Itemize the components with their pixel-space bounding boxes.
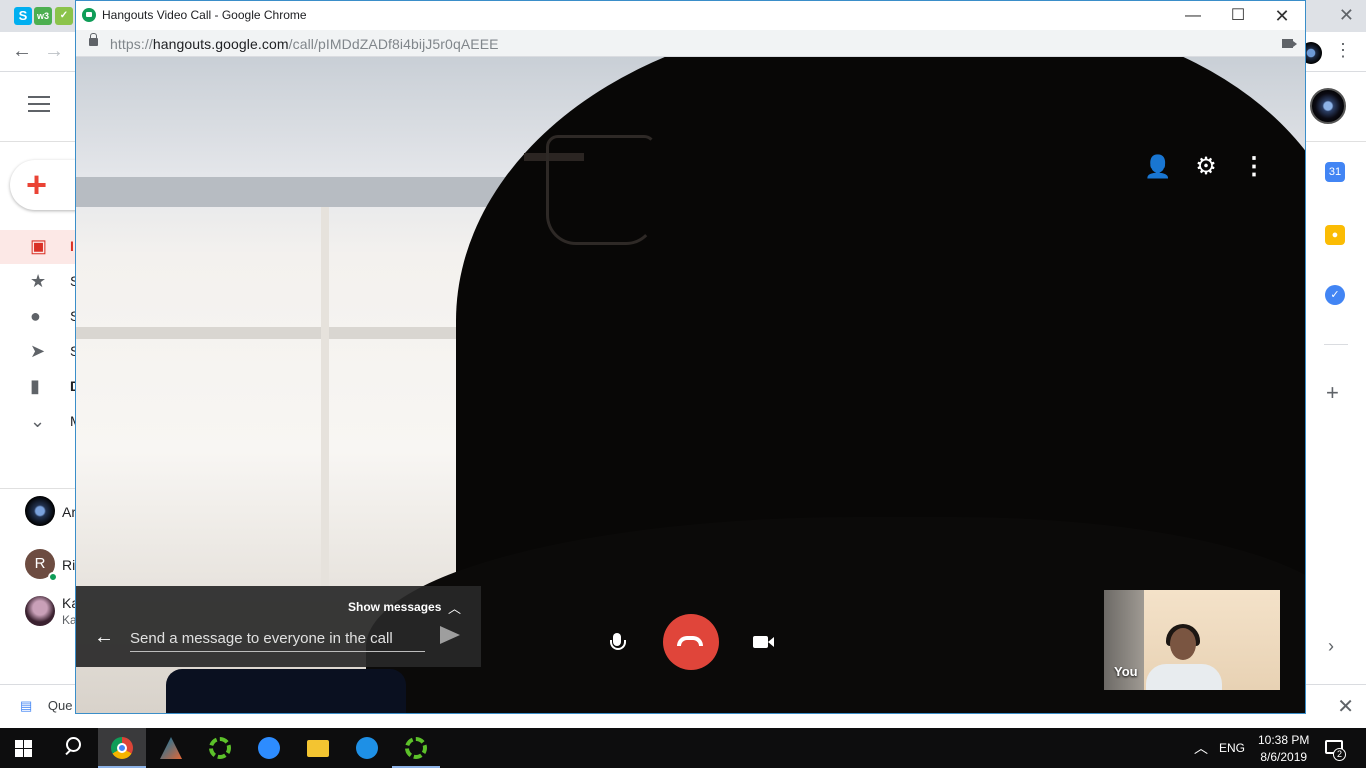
clock-time: 10:38 PM: [1258, 733, 1310, 747]
hang-up-button[interactable]: [663, 614, 719, 670]
taskbar-zoom[interactable]: [245, 728, 293, 768]
tray-chevron-up-icon[interactable]: ︿: [1194, 738, 1208, 758]
send-icon[interactable]: [440, 626, 460, 644]
green-ring-app-icon: [209, 737, 231, 759]
sidebar-divider: [0, 488, 80, 489]
forward-arrow-icon[interactable]: →: [44, 40, 64, 63]
background-close-icon[interactable]: ✕: [1339, 5, 1354, 26]
bookmark-app-icon[interactable]: ✓: [55, 7, 73, 25]
contact-initial: R: [34, 555, 46, 572]
add-addon-icon[interactable]: +: [1326, 380, 1339, 406]
online-status-dot: [48, 572, 58, 582]
contact-name[interactable]: Ar: [62, 504, 76, 520]
w3schools-icon[interactable]: w3: [34, 7, 52, 25]
message-input[interactable]: [130, 626, 425, 652]
taskbar-app-green[interactable]: [196, 728, 244, 768]
chat-panel: Show messages ︿ ←: [76, 586, 481, 667]
matlab-icon: [160, 737, 182, 759]
windows-start-icon[interactable]: [15, 740, 32, 757]
url-text[interactable]: https://hangouts.google.com/call/pIMDdZA…: [110, 36, 499, 52]
clock-icon: ●: [30, 306, 41, 326]
sidebar-item-snoozed[interactable]: ● S: [0, 300, 80, 334]
taskbar-edge[interactable]: [343, 728, 391, 768]
show-messages-button[interactable]: Show messages: [348, 600, 441, 614]
sidebar-item-sent[interactable]: ➤ S: [0, 335, 80, 369]
self-view-label: You: [1114, 664, 1138, 679]
contact-avatar[interactable]: [25, 596, 55, 626]
zoom-icon: [258, 737, 280, 759]
draft-icon: ▮: [30, 376, 40, 396]
sidebar-item-more[interactable]: ⌄ M: [0, 405, 82, 439]
video-scene-chair: [166, 669, 406, 713]
chevron-right-icon[interactable]: ›: [1328, 636, 1334, 657]
video-scene-glasses: [546, 135, 656, 245]
green-ring-app-icon: [405, 737, 427, 759]
microphone-button[interactable]: [608, 630, 628, 658]
sidebar-item-starred[interactable]: ★ S: [0, 265, 80, 299]
sidebar-item-drafts[interactable]: ▮ D: [0, 370, 80, 404]
folder-icon: [307, 740, 329, 757]
inbox-icon: ▣: [30, 236, 48, 256]
hangouts-icon: [82, 8, 96, 22]
url-domain: hangouts.google.com: [152, 36, 289, 52]
taskbar-file-explorer[interactable]: [294, 728, 342, 768]
side-panel-divider: [1324, 344, 1348, 345]
taskbar-app-green-2[interactable]: [392, 728, 440, 768]
window-titlebar[interactable]: Hangouts Video Call - Google Chrome — ☐ …: [76, 1, 1305, 30]
window-title: Hangouts Video Call - Google Chrome: [102, 8, 307, 22]
tasks-icon[interactable]: ✓: [1325, 285, 1345, 305]
settings-gear-icon[interactable]: ⚙: [1192, 153, 1220, 181]
keep-icon[interactable]: ●: [1325, 225, 1345, 245]
close-window-button[interactable]: ✕: [1259, 4, 1305, 28]
contact-avatar[interactable]: [25, 496, 55, 526]
minimize-button[interactable]: —: [1170, 4, 1216, 28]
account-avatar[interactable]: [1310, 88, 1346, 124]
contact-name[interactable]: Ri: [62, 557, 75, 573]
download-item[interactable]: ▤ Que: [20, 698, 73, 714]
star-icon: ★: [30, 271, 47, 291]
file-icon: ▤: [20, 698, 33, 713]
edge-icon: [356, 737, 378, 759]
self-view-thumbnail[interactable]: You: [1104, 590, 1280, 690]
self-view-scene-body: [1146, 664, 1222, 690]
sidebar-item-inbox[interactable]: ▣ I: [0, 230, 80, 264]
calendar-icon[interactable]: 31: [1325, 162, 1345, 182]
download-filename: Que: [47, 698, 73, 713]
more-options-icon[interactable]: ⋮: [1240, 153, 1268, 181]
back-arrow-icon[interactable]: ←: [94, 626, 114, 649]
clock[interactable]: 10:38 PM 8/6/2019: [1258, 732, 1309, 766]
maximize-button[interactable]: ☐: [1215, 4, 1261, 28]
compose-plus-icon: +: [26, 164, 48, 205]
chevron-up-icon[interactable]: ︿: [448, 598, 461, 617]
language-indicator[interactable]: ENG: [1219, 741, 1245, 755]
clock-date: 8/6/2019: [1260, 750, 1308, 764]
skype-icon[interactable]: S: [14, 7, 32, 25]
notification-count-badge: 2: [1333, 748, 1346, 761]
url-path: /call/pIMDdZADf8i4bijJ5r0qAEEE: [288, 36, 499, 52]
phone-hangup-icon: [677, 636, 703, 646]
sidebar-item-label: I: [70, 238, 74, 254]
chrome-icon: [111, 737, 133, 759]
lock-icon[interactable]: [89, 33, 98, 46]
send-icon: ➤: [30, 341, 46, 361]
self-view-scene-face: [1170, 628, 1196, 660]
browser-menu-icon[interactable]: ⋮: [1334, 40, 1352, 61]
camera-in-use-icon[interactable]: [1282, 39, 1297, 48]
video-scene-window-frame: [321, 207, 329, 587]
search-icon[interactable]: [62, 736, 82, 756]
add-person-icon[interactable]: 👤: [1144, 153, 1172, 181]
taskbar-chrome[interactable]: [98, 728, 146, 768]
video-scene-window-frame: [76, 327, 496, 339]
chevron-down-icon: ⌄: [30, 411, 46, 431]
address-bar[interactable]: https://hangouts.google.com/call/pIMDdZA…: [76, 30, 1305, 57]
download-bar-close-icon[interactable]: ✕: [1337, 694, 1354, 719]
menu-hamburger-icon[interactable]: [28, 96, 50, 112]
back-arrow-icon[interactable]: ←: [12, 40, 32, 63]
taskbar-matlab[interactable]: [147, 728, 195, 768]
url-prefix: https://: [110, 36, 153, 52]
camera-toggle-button[interactable]: [753, 636, 774, 648]
